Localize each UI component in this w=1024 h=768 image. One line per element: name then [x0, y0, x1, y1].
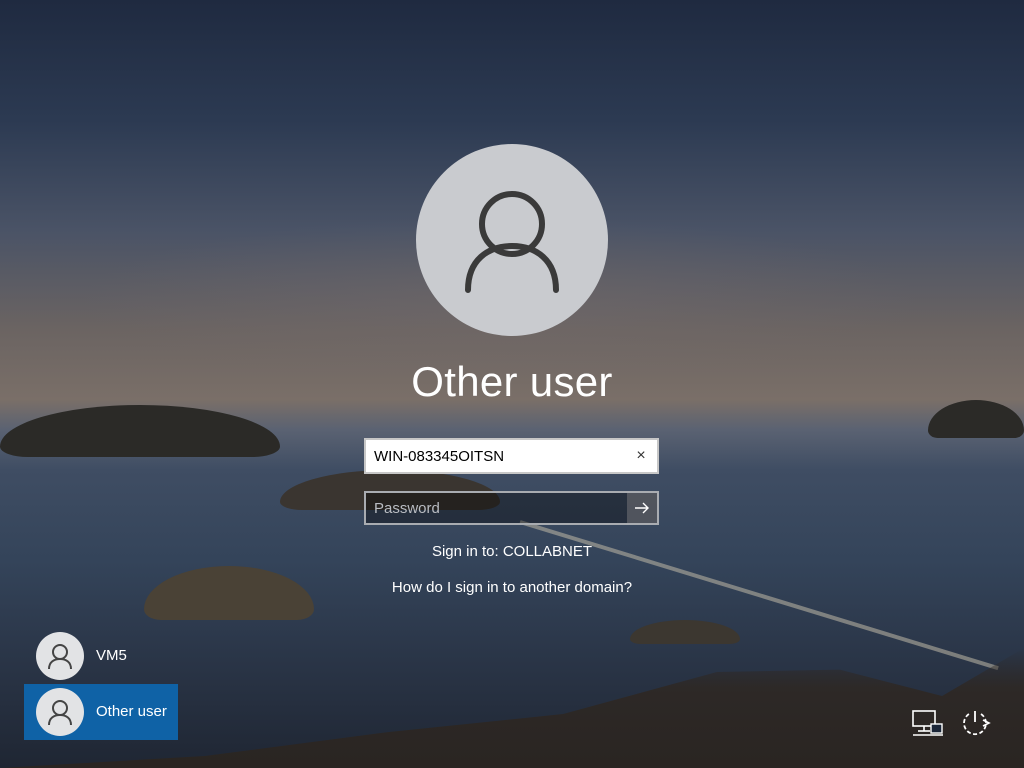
power-icon: [963, 711, 991, 736]
user-title: Other user: [411, 358, 613, 405]
username-input[interactable]: [374, 440, 624, 472]
user-icon: [48, 700, 72, 726]
user-item-vm5[interactable]: VM5: [24, 628, 178, 684]
user-avatar: [416, 144, 608, 336]
user-list: VM5 Other user: [24, 628, 178, 740]
island-right: [928, 400, 1024, 438]
user-item-label: Other user: [96, 703, 167, 720]
submit-button[interactable]: [627, 493, 657, 523]
island-left: [0, 405, 280, 457]
username-field-container: ×: [364, 438, 659, 474]
user-avatar-small: [36, 632, 84, 680]
user-icon: [465, 191, 559, 293]
arrow-right-icon: [635, 502, 649, 514]
other-domain-link[interactable]: How do I sign in to another domain?: [312, 579, 712, 596]
sign-in-domain-label: Sign in to: COLLABNET: [431, 543, 593, 560]
island-lower-left: [144, 566, 314, 620]
password-input[interactable]: [374, 493, 614, 523]
close-icon: ×: [636, 447, 646, 464]
network-button[interactable]: [911, 706, 945, 740]
island-lower-center: [630, 620, 740, 644]
clear-username-button[interactable]: ×: [631, 446, 651, 466]
user-item-other-user[interactable]: Other user: [24, 684, 178, 740]
user-item-label: VM5: [96, 647, 127, 664]
password-field-container: [364, 491, 659, 525]
user-avatar-small: [36, 688, 84, 736]
user-icon: [48, 644, 72, 670]
power-button[interactable]: [958, 706, 992, 740]
network-icon: [912, 710, 943, 736]
